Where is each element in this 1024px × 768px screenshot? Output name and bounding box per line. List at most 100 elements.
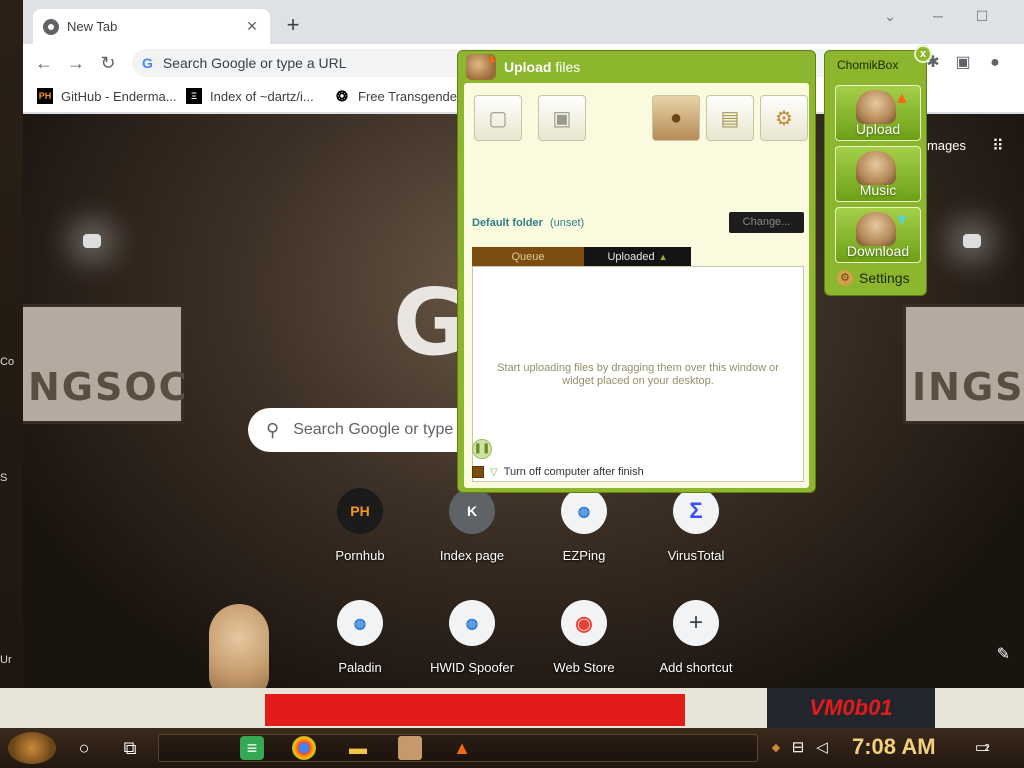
tab-queue-label: Queue xyxy=(511,251,545,263)
bookmark-label: GitHub - Enderma... xyxy=(61,88,177,104)
google-g-icon: G xyxy=(142,55,153,71)
minimize-button[interactable]: ─ xyxy=(923,8,953,28)
pornhub-icon: PH xyxy=(337,488,383,534)
upload-settings-button[interactable]: ⚙ xyxy=(760,95,808,141)
notes-app-icon[interactable]: ≡ xyxy=(240,736,264,760)
chomikbox-logo-icon xyxy=(466,51,498,80)
apps-grid-icon[interactable]: ⠿ xyxy=(992,138,1010,156)
tab-uploaded-label: Uploaded xyxy=(607,251,655,263)
start-button[interactable] xyxy=(8,732,56,764)
music-button[interactable]: Music xyxy=(835,146,921,202)
profile-icon[interactable]: ● xyxy=(985,53,1005,73)
tab-uploaded[interactable]: Uploaded ▲ xyxy=(584,247,691,267)
reload-icon[interactable]: ↻ xyxy=(97,52,119,74)
lamp-decoration xyxy=(963,234,981,248)
shortcut-label: Paladin xyxy=(338,660,382,675)
back-icon[interactable]: ← xyxy=(33,52,55,74)
pause-button[interactable]: ❚❚ xyxy=(472,439,492,459)
bookmark-index[interactable]: Ξ Index of ~dartz/i... xyxy=(186,88,314,104)
pornhub-icon: PH xyxy=(37,88,53,104)
queue-list[interactable]: Start uploading files by dragging them o… xyxy=(472,266,804,482)
hamster-icon: ● xyxy=(669,106,683,129)
add-folder-button[interactable]: ▣ xyxy=(538,95,586,141)
paste-button[interactable]: ▤ xyxy=(706,95,754,141)
default-folder-label: Default folder xyxy=(472,217,543,229)
tab-queue[interactable]: Queue xyxy=(472,247,584,267)
shutdown-option[interactable]: ▽ Turn off computer after finish xyxy=(472,466,644,478)
images-link[interactable]: mages xyxy=(927,138,966,153)
hamster-mascot[interactable] xyxy=(209,604,269,688)
cortana-icon[interactable]: ○ xyxy=(72,736,96,760)
volume-muted-icon[interactable]: ◁ xyxy=(810,736,834,760)
upload-window-body: ▢ ▣ ● ▤ ⚙ Default folder (unset) Change.… xyxy=(464,83,809,488)
shortcut-paladin[interactable]: ◍ Paladin xyxy=(304,600,416,688)
index-icon: Ξ xyxy=(186,88,202,104)
background-poster: INGS xyxy=(903,304,1024,424)
wallpaper-red-block xyxy=(265,694,685,726)
shortcut-add[interactable]: + Add shortcut xyxy=(640,600,752,688)
bookmark-github[interactable]: PH GitHub - Enderma... xyxy=(37,88,177,104)
shortcut-index-page[interactable]: K Index page xyxy=(416,488,528,588)
notification-count: 2 xyxy=(984,743,990,754)
default-folder-value: (unset) xyxy=(549,217,585,229)
background-poster: NGSOC xyxy=(23,304,187,424)
virustotal-icon: Σ xyxy=(673,488,719,534)
shutdown-label: Turn off computer after finish xyxy=(503,466,644,478)
upload-title-rest: files xyxy=(551,59,581,75)
tab-new-tab[interactable]: New Tab ✕ xyxy=(33,9,270,44)
task-view-icon[interactable]: ⧉ xyxy=(118,736,142,760)
shortcut-label: Web Store xyxy=(553,660,615,675)
upload-files-window: Upload files ▢ ▣ ● ▤ ⚙ Default folder (u… xyxy=(457,50,816,493)
upload-window-header[interactable]: Upload files xyxy=(458,51,815,83)
forward-icon[interactable]: → xyxy=(65,52,87,74)
maximize-button[interactable]: ☐ xyxy=(967,8,997,28)
bookmark-label: Index of ~dartz/i... xyxy=(210,88,314,104)
chomik-account-button[interactable]: ● xyxy=(652,95,700,141)
desktop-icon-label[interactable]: Ur xyxy=(0,654,16,666)
settings-link[interactable]: ⚙ Settings xyxy=(837,270,910,286)
download-button[interactable]: ▼ Download xyxy=(835,207,921,263)
add-file-icon: ▢ xyxy=(488,107,508,130)
lamp-decoration xyxy=(83,234,101,248)
file-explorer-icon[interactable]: ▬ xyxy=(346,736,370,760)
clock[interactable]: 7:08 AM xyxy=(852,734,936,760)
taskbar: ○ ⧉ ≡ ▬ ▲ ◆ ⊟ ◁ 7:08 AM ▭ 2 xyxy=(0,728,1024,768)
tab-close-icon[interactable]: ✕ xyxy=(244,18,260,35)
wallpaper-billboard: VM0b01 xyxy=(767,688,935,728)
chrome-taskbar-icon[interactable] xyxy=(292,736,316,760)
side-panel-icon[interactable]: ▣ xyxy=(953,53,973,73)
new-tab-button[interactable]: + xyxy=(282,14,304,36)
chomikbox-taskbar-icon[interactable] xyxy=(398,736,422,760)
bookmark-site-icon: ❂ xyxy=(336,88,348,104)
shortcut-pornhub[interactable]: PH Pornhub xyxy=(304,488,416,588)
add-icon: + xyxy=(673,600,719,646)
tray-expand-icon[interactable]: ◆ xyxy=(764,736,788,760)
upload-button-label: Upload xyxy=(855,121,901,137)
bookmark-free[interactable]: ❂ Free Transgender xyxy=(334,88,461,104)
upload-arrow-icon: ▲ xyxy=(894,90,910,107)
tab-search-icon[interactable]: ⌄ xyxy=(875,8,905,28)
desktop-icon-label[interactable]: S xyxy=(0,472,16,484)
shortcut-label: VirusTotal xyxy=(667,548,725,563)
chomikbox-upload-taskbar-icon[interactable]: ▲ xyxy=(450,736,474,760)
shortcut-hwid-spoofer[interactable]: ◍ HWID Spoofer xyxy=(416,600,528,688)
shortcut-virustotal[interactable]: Σ VirusTotal xyxy=(640,488,752,588)
download-button-label: Download xyxy=(846,243,910,259)
shortcut-label: Add shortcut xyxy=(659,660,733,675)
shutdown-checkbox[interactable] xyxy=(472,466,484,478)
shortcut-web-store[interactable]: ◉ Web Store xyxy=(528,600,640,688)
close-icon[interactable]: x xyxy=(914,45,932,63)
customize-pencil-icon[interactable]: ✎ xyxy=(997,644,1010,664)
add-files-button[interactable]: ▢ xyxy=(474,95,522,141)
upload-button[interactable]: ▲ Upload xyxy=(835,85,921,141)
change-folder-button[interactable]: Change... xyxy=(729,212,804,233)
desktop-icon-label[interactable]: Co xyxy=(0,356,16,368)
gear-icon: ⚙ xyxy=(837,270,853,286)
network-icon[interactable]: ⊟ xyxy=(786,736,810,760)
chomikbox-widget: ChomikBox x ▲ Upload Music ▼ Download ⚙ … xyxy=(824,45,932,296)
dropdown-arrow-icon[interactable]: ▽ xyxy=(490,467,498,478)
poster-text: INGS xyxy=(912,365,1024,409)
shortcut-ezping[interactable]: ◍ EZPing xyxy=(528,488,640,588)
tab-title: New Tab xyxy=(67,19,118,34)
eject-icon: ▲ xyxy=(658,252,668,262)
